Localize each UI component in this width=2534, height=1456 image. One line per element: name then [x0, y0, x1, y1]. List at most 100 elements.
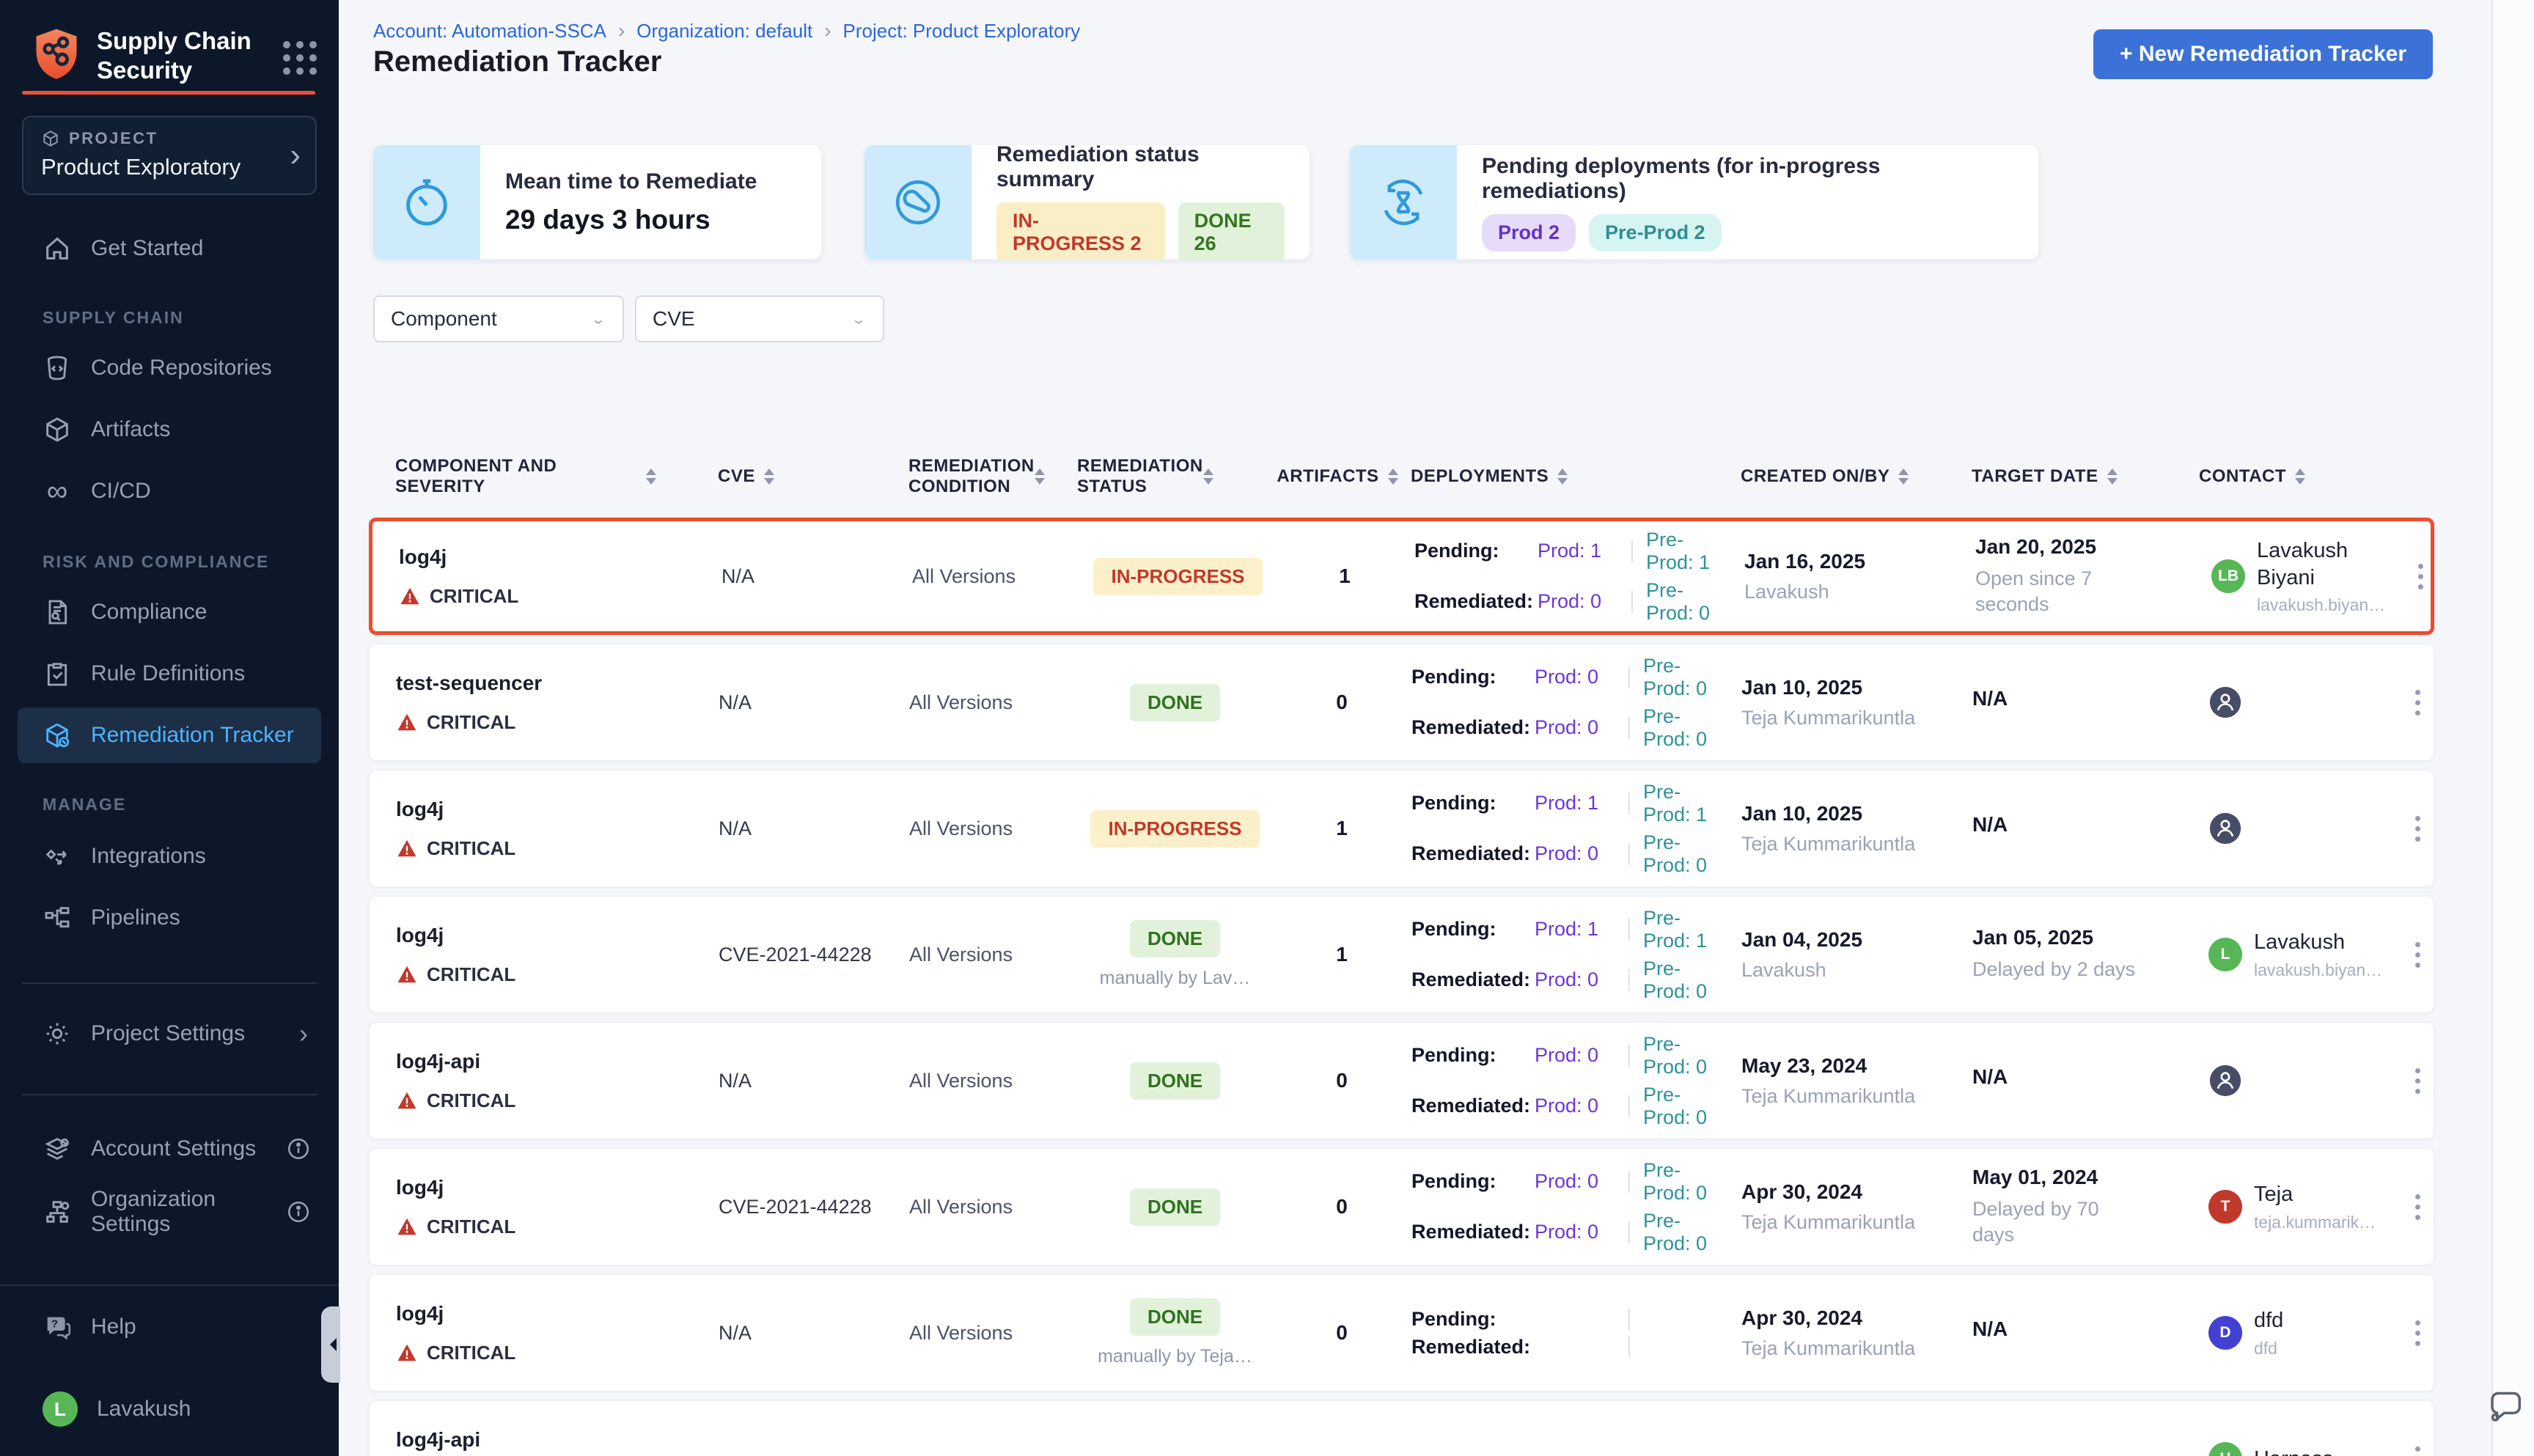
sort-icon[interactable]: [1203, 468, 1213, 485]
contact-email: lavakush.biyan…: [2257, 595, 2392, 615]
sort-icon[interactable]: [1035, 468, 1045, 485]
remediated-prod-value: Prod: 0: [1535, 1095, 1615, 1117]
sort-icon[interactable]: [2107, 468, 2118, 485]
col-component-severity[interactable]: COMPONENT AND SEVERITY: [395, 456, 718, 496]
divider: [1628, 843, 1630, 865]
divider: [1628, 919, 1630, 941]
sort-icon[interactable]: [764, 468, 774, 485]
sidebar-item-organization-settings[interactable]: Organization Settings: [18, 1184, 321, 1240]
severity-label: CRITICAL: [427, 837, 515, 860]
sidebar-item-code-repositories[interactable]: Code Repositories: [18, 340, 321, 396]
severity-badge: CRITICAL: [396, 1089, 719, 1112]
cve-value: CVE-2021-44228: [719, 1196, 909, 1218]
table-row[interactable]: log4j CRITICAL CVE-2021-44228 All Versio…: [369, 1148, 2434, 1265]
sidebar-item-compliance[interactable]: Compliance: [18, 584, 321, 640]
component-filter-select[interactable]: Component⌄: [373, 295, 624, 342]
created-date: Jan 16, 2025: [1744, 550, 1975, 573]
row-menu-button[interactable]: [2398, 1194, 2438, 1220]
sidebar-item-remediation-tracker[interactable]: Remediation Tracker: [18, 707, 321, 763]
gear-icon: [43, 1019, 72, 1048]
component-name: log4j: [399, 545, 721, 569]
col-contact[interactable]: CONTACT: [2199, 466, 2397, 487]
target-note: Delayed by 70 days: [1972, 1196, 2141, 1248]
col-target-date[interactable]: TARGET DATE: [1972, 466, 2199, 487]
row-menu-button[interactable]: [2398, 690, 2438, 716]
cve-value: N/A: [719, 1322, 909, 1345]
pending-prod-value: Prod: 1: [1538, 540, 1618, 562]
created-date: Apr 30, 2024: [1741, 1306, 1972, 1330]
table-row[interactable]: log4j CRITICAL N/A All Versions DONE man…: [369, 1274, 2434, 1391]
col-cve[interactable]: CVE: [718, 466, 908, 487]
created-by: Teja Kummarikuntla: [1741, 1337, 1972, 1360]
row-menu-button[interactable]: [2398, 1446, 2438, 1456]
breadcrumb-account[interactable]: Account: Automation-SSCA: [373, 20, 606, 43]
pending-prod-value: Prod: 0: [1535, 1044, 1615, 1067]
support-chat-fab-icon[interactable]: [2487, 1386, 2528, 1427]
breadcrumb-project[interactable]: Project: Product Exploratory: [843, 20, 1081, 43]
sidebar-item-integrations[interactable]: Integrations: [18, 828, 321, 884]
table-row[interactable]: log4j CRITICAL N/A All Versions IN-PROGR…: [369, 770, 2434, 887]
anonymous-avatar-icon: [2208, 812, 2242, 845]
remediated-preprod-value: Pre-Prod: 0: [1643, 705, 1724, 751]
col-deployments[interactable]: DEPLOYMENTS: [1411, 466, 1741, 487]
sort-icon[interactable]: [646, 468, 656, 485]
new-remediation-tracker-button[interactable]: + New Remediation Tracker: [2093, 29, 2433, 79]
divider: [1631, 540, 1633, 562]
target-date: May 01, 2024: [1972, 1166, 2200, 1189]
severity-badge: CRITICAL: [396, 711, 719, 734]
critical-warning-icon: [396, 837, 418, 859]
cve-filter-select[interactable]: CVE⌄: [635, 295, 884, 342]
sidebar-item-pipelines[interactable]: Pipelines: [18, 890, 321, 946]
target-date: Jan 20, 2025: [1975, 535, 2203, 559]
sidebar-item-help[interactable]: ? Help: [18, 1299, 321, 1355]
pending-label: Pending:: [1411, 1170, 1535, 1193]
table-row[interactable]: log4j-api CRITICAL N/A All Versions DONE…: [369, 1022, 2434, 1139]
sort-icon[interactable]: [1898, 468, 1909, 485]
sidebar-collapse-handle[interactable]: [321, 1306, 340, 1383]
severity-label: CRITICAL: [427, 1342, 515, 1364]
table-row[interactable]: log4j CRITICAL CVE-2021-44228 All Versio…: [369, 896, 2434, 1013]
artifacts-count: 1: [1272, 817, 1411, 840]
sidebar-user-menu[interactable]: L Lavakush: [18, 1381, 321, 1437]
sidebar-item-get-started[interactable]: Get Started: [18, 221, 321, 276]
table-row[interactable]: log4j CRITICAL N/A All Versions IN-PROGR…: [369, 518, 2434, 635]
row-menu-button[interactable]: [2398, 816, 2438, 842]
severity-badge: CRITICAL: [396, 1342, 719, 1364]
card-icon-panel: [1350, 145, 1457, 260]
sort-icon[interactable]: [1557, 468, 1568, 485]
cve-value: CVE-2021-44228: [719, 944, 909, 966]
contact-name: Lavakush Biyani: [2257, 537, 2392, 591]
card-remediation-status-summary: Remediation status summary IN-PROGRESS 2…: [864, 145, 1310, 260]
row-menu-button[interactable]: [2398, 1320, 2438, 1346]
row-menu-button[interactable]: [2398, 942, 2438, 968]
table-row[interactable]: log4j-api: [369, 1400, 2434, 1456]
pending-preprod-value: Pre-Prod: 1: [1643, 907, 1724, 952]
project-selector[interactable]: PROJECT Product Exploratory ›: [22, 116, 317, 195]
created-by: Lavakush: [1741, 959, 1972, 982]
severity-label: CRITICAL: [430, 585, 518, 608]
remediated-label: Remediated:: [1411, 968, 1535, 991]
target-date: Jan 05, 2025: [1972, 926, 2200, 949]
row-menu-button[interactable]: [2398, 1068, 2438, 1094]
col-artifacts[interactable]: ARTIFACTS: [1271, 466, 1411, 487]
breadcrumb-organization[interactable]: Organization: default: [636, 20, 812, 43]
sidebar-item-artifacts[interactable]: Artifacts: [18, 402, 321, 457]
row-menu-button[interactable]: [2401, 564, 2441, 589]
table-row[interactable]: test-sequencer CRITICAL N/A All Versions…: [369, 644, 2434, 761]
divider: [1628, 1308, 1630, 1330]
app-switcher-grid-icon[interactable]: [283, 41, 317, 75]
col-created-on-by[interactable]: CREATED ON/BY: [1741, 466, 1972, 487]
sort-icon[interactable]: [2295, 468, 2305, 485]
col-remediation-status[interactable]: REMEDIATION STATUS: [1077, 456, 1271, 496]
sidebar-item-cicd[interactable]: ∞ CI/CD: [18, 463, 321, 519]
sidebar-item-account-settings[interactable]: Account Settings: [18, 1121, 321, 1177]
sort-icon[interactable]: [1388, 468, 1398, 485]
timer-icon: [400, 175, 454, 229]
col-remediation-condition[interactable]: REMEDIATION CONDITION: [908, 456, 1077, 496]
organization-settings-icon: [43, 1197, 72, 1227]
sidebar-item-project-settings[interactable]: Project Settings ›: [18, 1006, 321, 1062]
sidebar-item-rule-definitions[interactable]: Rule Definitions: [18, 646, 321, 702]
artifacts-count: 0: [1272, 1321, 1411, 1345]
remediated-label: Remediated:: [1411, 842, 1535, 865]
critical-warning-icon: [396, 1216, 418, 1238]
